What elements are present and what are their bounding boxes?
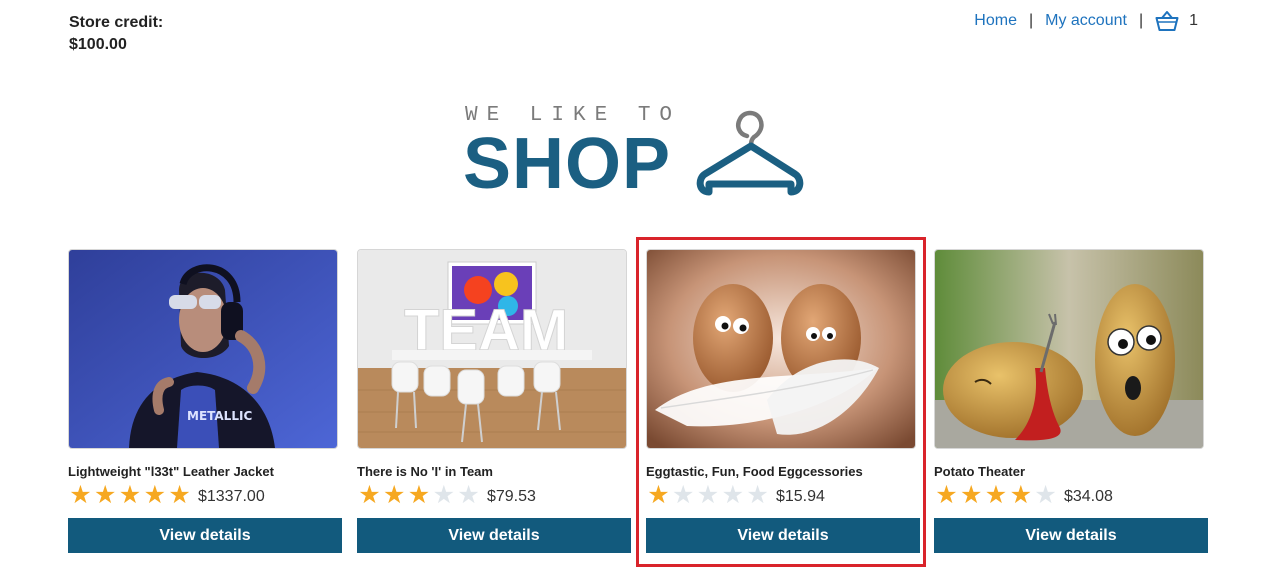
shop-logo[interactable]: WE LIKE TO SHOP <box>463 100 815 200</box>
star-empty-icon: ★ <box>457 480 480 509</box>
product-name[interactable]: Eggtastic, Fun, Food Eggcessories <box>646 464 920 479</box>
star-empty-icon: ★ <box>432 480 455 509</box>
product-price: $15.94 <box>775 488 825 505</box>
star-filled-icon: ★ <box>358 480 381 509</box>
cart-count[interactable]: 1 <box>1189 10 1198 32</box>
star-filled-icon: ★ <box>143 480 166 509</box>
star-rating: ★ ★ ★ ★ ★ <box>646 480 770 509</box>
product-price: $34.08 <box>1063 488 1113 505</box>
product-price: $79.53 <box>486 488 536 505</box>
star-rating: ★ ★ ★ ★ ★ <box>68 480 192 509</box>
star-filled-icon: ★ <box>959 480 983 509</box>
nav-separator: | <box>1138 12 1144 29</box>
star-filled-icon: ★ <box>118 480 142 509</box>
star-empty-icon: ★ <box>721 480 744 509</box>
view-details-button[interactable]: View details <box>934 518 1208 553</box>
home-link[interactable]: Home <box>974 10 1017 32</box>
hanger-icon <box>696 110 804 196</box>
svg-text:METALLIC: METALLIC <box>187 409 252 423</box>
star-filled-icon: ★ <box>93 480 117 509</box>
view-details-button[interactable]: View details <box>646 518 920 553</box>
star-filled-icon: ★ <box>69 480 92 509</box>
product-catalog-page: Store credit: $100.00 Home | My account … <box>0 0 1278 577</box>
view-details-button[interactable]: View details <box>68 518 342 553</box>
product-card: Eggtastic, Fun, Food Eggcessories ★ ★ ★ ★ ★ … <box>646 249 920 553</box>
star-empty-icon: ★ <box>746 480 769 509</box>
star-filled-icon: ★ <box>647 480 670 509</box>
star-filled-icon: ★ <box>168 480 191 509</box>
product-card: METALLIC Lightweight "l33t" Leather Jack… <box>68 249 342 553</box>
view-details-button[interactable]: View details <box>357 518 631 553</box>
star-empty-icon: ★ <box>1034 480 1057 509</box>
star-filled-icon: ★ <box>407 480 431 509</box>
rating-row: ★ ★ ★ ★ ★ $79.53 <box>357 480 631 509</box>
product-image-eggs[interactable] <box>646 249 916 449</box>
store-credit-amount: $100.00 <box>69 36 127 53</box>
product-image-jacket[interactable]: METALLIC <box>68 249 338 449</box>
product-card: TEAM There is No 'I' in Team ★ ★ ★ ★ ★ $… <box>357 249 631 553</box>
product-name[interactable]: Potato Theater <box>934 464 1208 479</box>
product-image-team[interactable]: TEAM <box>357 249 627 449</box>
my-account-link[interactable]: My account <box>1045 10 1127 32</box>
star-filled-icon: ★ <box>935 480 958 509</box>
product-name[interactable]: Lightweight "l33t" Leather Jacket <box>68 464 342 479</box>
store-credit-label: Store credit: <box>69 14 164 31</box>
logo-word: SHOP <box>463 124 672 204</box>
product-price: $1337.00 <box>197 488 265 505</box>
star-filled-icon: ★ <box>382 480 406 509</box>
rating-row: ★ ★ ★ ★ ★ $15.94 <box>646 480 920 509</box>
top-navigation: Home | My account | 1 <box>974 10 1198 32</box>
nav-separator: | <box>1028 12 1034 29</box>
star-empty-icon: ★ <box>696 480 720 509</box>
star-rating: ★ ★ ★ ★ ★ <box>934 480 1058 509</box>
product-card: Potato Theater ★ ★ ★ ★ ★ $34.08 View details <box>934 249 1208 553</box>
store-credit: Store credit: $100.00 <box>69 12 163 56</box>
star-empty-icon: ★ <box>671 480 695 509</box>
basket-icon[interactable] <box>1155 10 1179 32</box>
rating-row: ★ ★ ★ ★ ★ $34.08 <box>934 480 1208 509</box>
star-filled-icon: ★ <box>1009 480 1032 509</box>
product-image-potatoes[interactable] <box>934 249 1204 449</box>
star-filled-icon: ★ <box>984 480 1008 509</box>
product-name[interactable]: There is No 'I' in Team <box>357 464 631 479</box>
rating-row: ★ ★ ★ ★ ★ $1337.00 <box>68 480 342 509</box>
star-rating: ★ ★ ★ ★ ★ <box>357 480 481 509</box>
